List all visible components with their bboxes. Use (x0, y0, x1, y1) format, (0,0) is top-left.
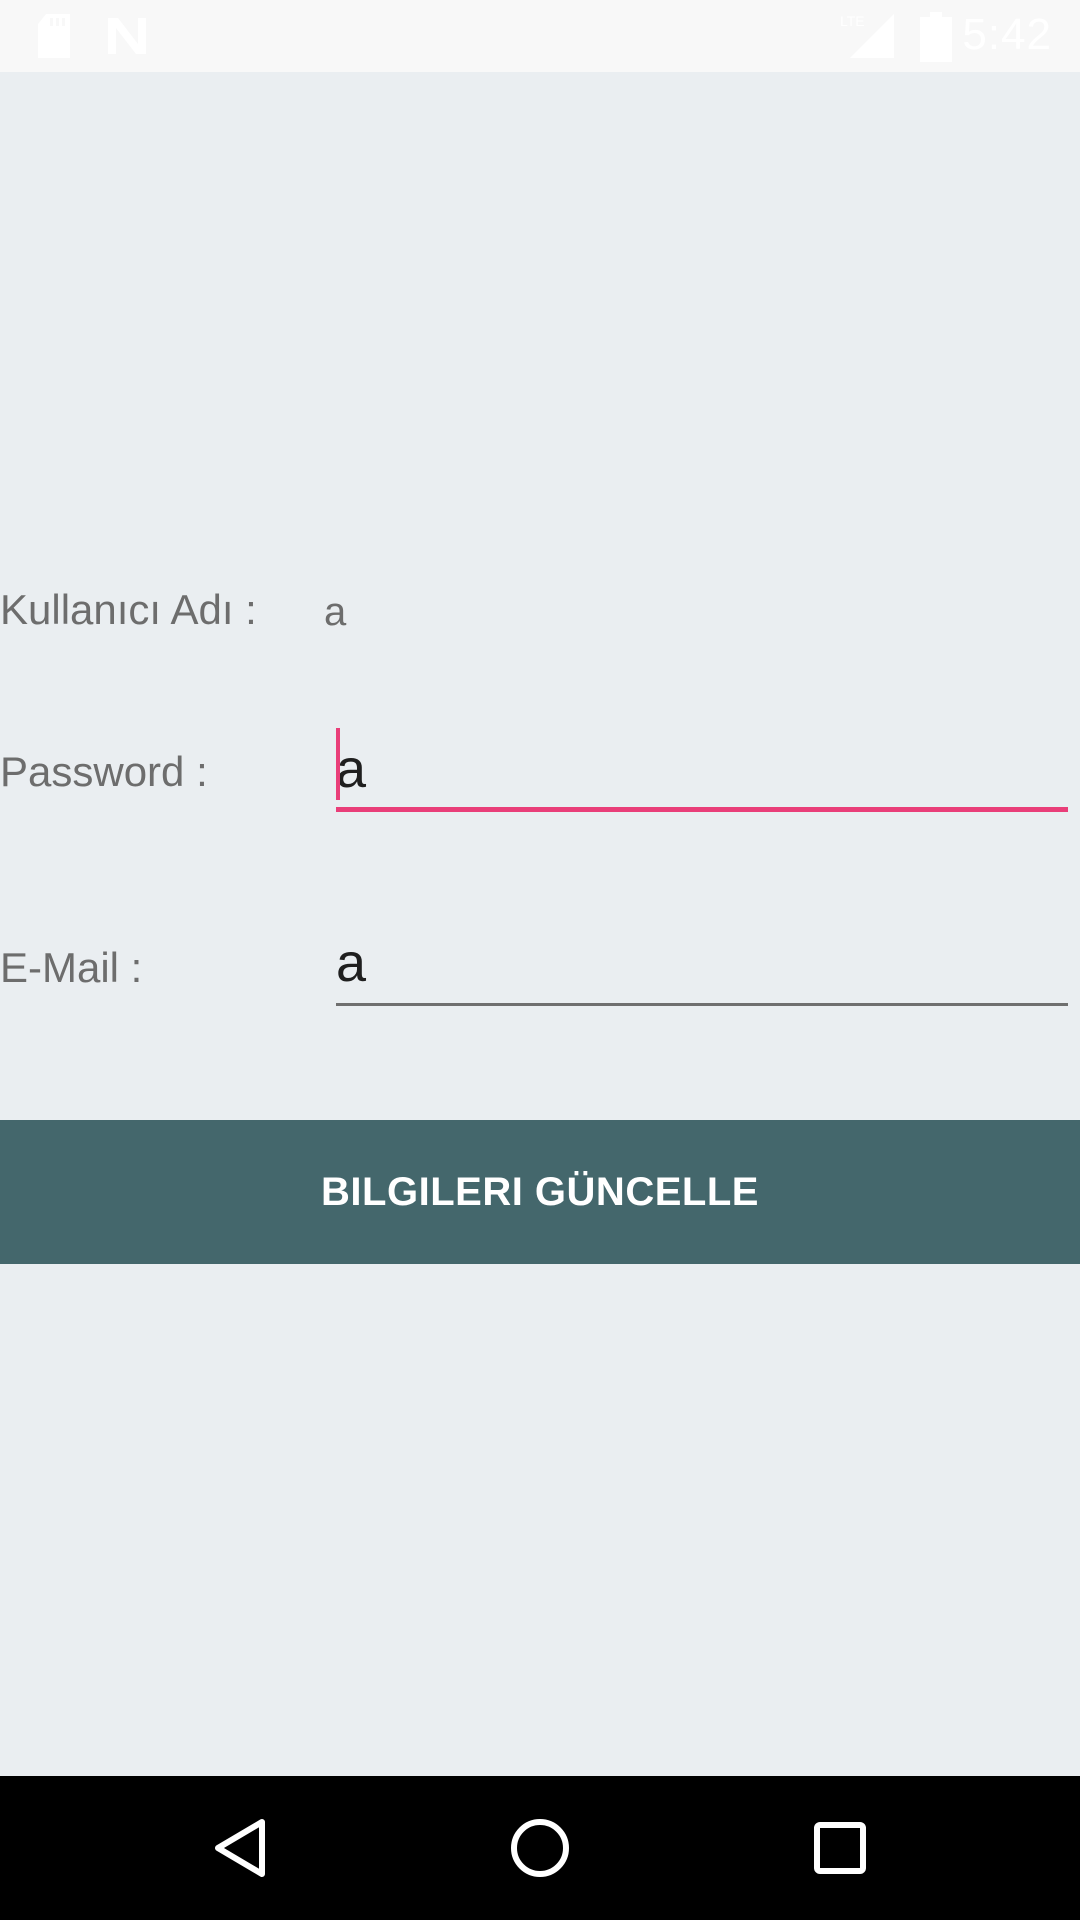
battery-icon (920, 12, 952, 62)
email-label: E-Mail : (0, 944, 143, 991)
username-value: a (324, 590, 347, 634)
back-icon[interactable] (198, 1806, 282, 1890)
status-time: 5:42 (962, 10, 1052, 59)
network-type-label: LTE (840, 13, 865, 29)
signal-icon: LTE (840, 12, 896, 58)
password-field-text: a (336, 739, 367, 799)
update-info-button[interactable]: BILGILERI GÜNCELLE (0, 1120, 1080, 1264)
username-label: Kullanıcı Adı : (0, 586, 257, 633)
screen: LTE 5:42 Kullanıcı Adı : a Password : a … (0, 0, 1080, 1920)
text-cursor (336, 728, 340, 800)
password-label: Password : (0, 748, 208, 795)
home-icon[interactable] (498, 1806, 582, 1890)
email-field[interactable]: a (336, 926, 1068, 1006)
status-bar: LTE 5:42 (0, 0, 1080, 72)
recents-icon[interactable] (798, 1806, 882, 1890)
password-field-underline (336, 807, 1068, 812)
email-field-text: a (336, 933, 367, 993)
password-field[interactable]: a (336, 728, 1068, 812)
sd-card-icon (36, 14, 72, 58)
email-field-underline (336, 1003, 1068, 1006)
navigation-bar (0, 1776, 1080, 1920)
no-sim-icon (104, 14, 148, 58)
